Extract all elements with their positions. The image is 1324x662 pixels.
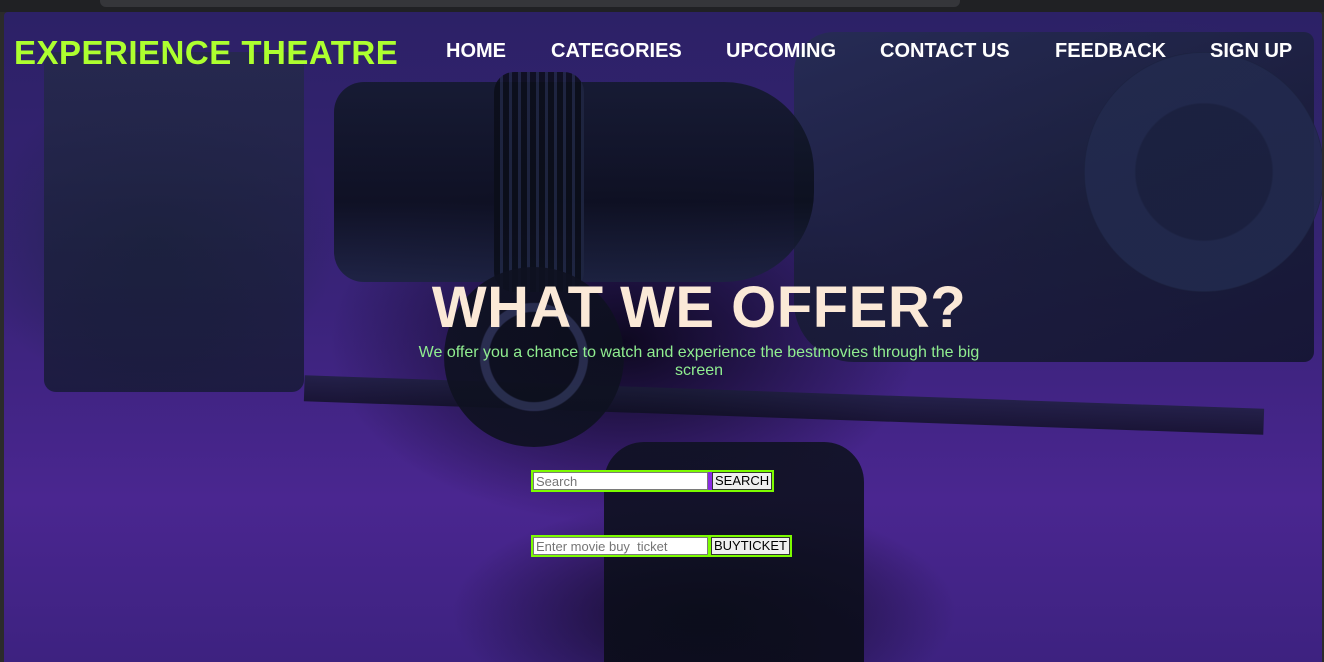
nav-home[interactable]: HOME — [446, 40, 506, 63]
nav-contact-us[interactable]: CONTACT US — [880, 40, 1010, 63]
nav-feedback[interactable]: FEEDBACK — [1055, 40, 1166, 63]
main-nav: HOME CATEGORIES UPCOMING CONTACT US FEED… — [4, 40, 1322, 70]
nav-sign-up[interactable]: SIGN UP — [1210, 40, 1292, 63]
nav-upcoming[interactable]: UPCOMING — [726, 40, 836, 63]
hero-subtitle: We offer you a chance to watch and exper… — [418, 344, 980, 379]
camera-rod-graphic — [303, 375, 1265, 435]
hero-title: WHAT WE OFFER? — [431, 275, 967, 340]
search-input[interactable] — [533, 472, 708, 490]
search-button[interactable]: SEARCH — [712, 472, 773, 490]
movie-ticket-input[interactable] — [533, 537, 708, 555]
search-form: SEARCH — [531, 470, 775, 492]
lens-ring-graphic — [494, 72, 584, 292]
buy-ticket-form: BUYTICKET — [531, 535, 792, 557]
camera-reel-graphic — [1084, 52, 1322, 292]
hero-page: EXPERIENCE THEATRE HOME CATEGORIES UPCOM… — [4, 12, 1322, 662]
browser-top-strip — [0, 0, 1324, 12]
nav-categories[interactable]: CATEGORIES — [551, 40, 682, 63]
browser-address-bar — [100, 0, 960, 7]
camera-lens-graphic — [334, 82, 814, 282]
buy-ticket-button[interactable]: BUYTICKET — [711, 537, 790, 555]
camera-matte-box-graphic — [44, 52, 304, 392]
